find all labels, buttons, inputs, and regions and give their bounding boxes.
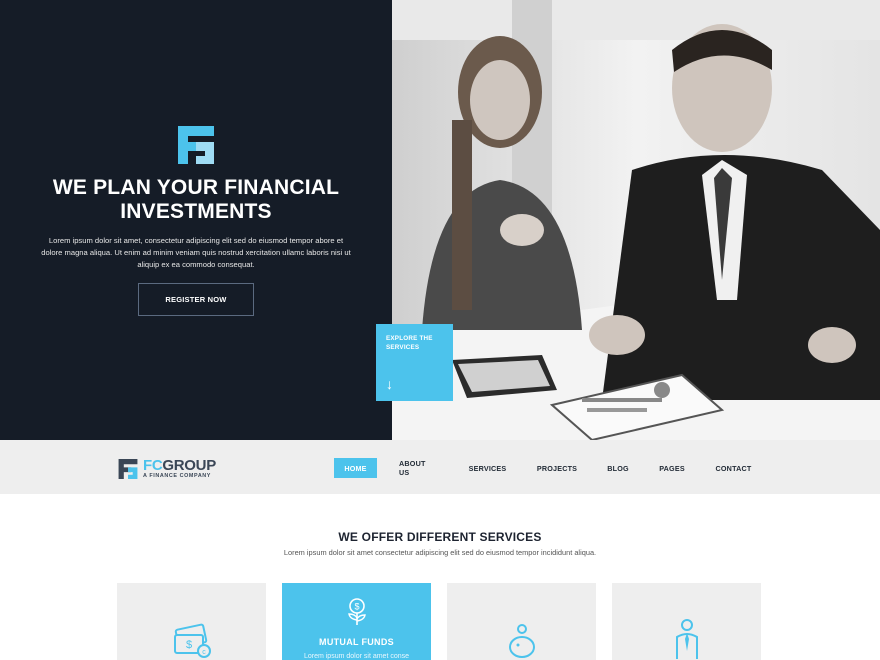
hero-section: WE PLAN YOUR FINANCIAL INVESTMENTS Lorem… <box>0 0 880 440</box>
svg-text:c: c <box>202 649 206 656</box>
nav-about-us[interactable]: ABOUT US <box>399 458 437 478</box>
hero-title: WE PLAN YOUR FINANCIAL INVESTMENTS <box>52 176 340 223</box>
hero-photo <box>392 0 880 440</box>
services-subtitle: Lorem ipsum dolor sit amet consectetur a… <box>283 548 597 557</box>
businessman-icon <box>675 619 698 659</box>
brand-logo[interactable]: FCGROUP A FINANCE COMPANY <box>117 457 216 481</box>
brand-name-rest: GROUP <box>162 456 216 474</box>
nav-projects[interactable]: PROJECTS <box>537 458 577 478</box>
brand-subtitle: A FINANCE COMPANY <box>143 472 211 479</box>
services-title: WE OFFER DIFFERENT SERVICES <box>338 530 542 544</box>
nav-home[interactable]: HOME <box>334 458 377 478</box>
main-menu: HOME ABOUT US SERVICES PROJECTS BLOG PAG… <box>334 458 751 478</box>
nav-contact[interactable]: CONTACT <box>716 458 752 478</box>
svg-text:$: $ <box>185 639 191 651</box>
service-card-savings[interactable] <box>447 583 596 660</box>
nav-pages[interactable]: PAGES <box>659 458 684 478</box>
arrow-down-icon: ↓ <box>386 376 393 392</box>
fc-logo-icon <box>178 126 214 164</box>
brand-name-accent: FC <box>143 456 163 474</box>
service-card-text: Lorem ipsum dolor sit amet conse <box>303 653 410 660</box>
explore-label: EXPLORE THE SERVICES <box>386 335 433 351</box>
money-cash-icon: $ c <box>173 623 211 658</box>
piggy-bank-icon <box>508 624 535 658</box>
explore-services-button[interactable]: EXPLORE THE SERVICES ↓ <box>376 324 453 401</box>
service-card-title: MUTUAL FUNDS <box>319 637 394 647</box>
brand-name: FCGROUP <box>143 456 216 474</box>
fc-logo-icon <box>118 459 138 479</box>
nav-services[interactable]: SERVICES <box>469 458 507 478</box>
service-card-advisor[interactable] <box>612 583 761 660</box>
hero-description: Lorem ipsum dolor sit amet, consectetur … <box>41 236 351 269</box>
svg-text:$: $ <box>354 602 359 612</box>
nav-blog[interactable]: BLOG <box>607 458 628 478</box>
money-plant-icon: $ <box>347 598 366 625</box>
register-now-button[interactable]: REGISTER NOW <box>138 283 254 316</box>
brand-text: FCGROUP A FINANCE COMPANY <box>143 456 216 480</box>
business-meeting-photo <box>392 0 880 440</box>
service-card-mutual-funds[interactable]: $ MUTUAL FUNDS Lorem ipsum dolor sit ame… <box>282 583 431 660</box>
service-card-cash[interactable]: $ c <box>117 583 266 660</box>
